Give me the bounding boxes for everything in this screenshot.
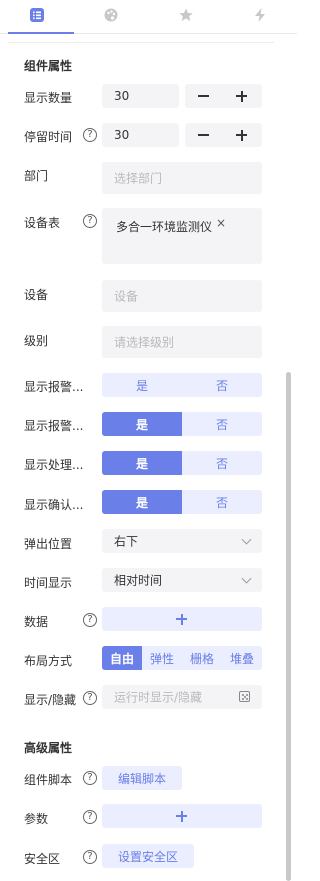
- display-count-stepper: [185, 84, 262, 108]
- plus-icon-v: [180, 810, 183, 822]
- toggle-no[interactable]: 否: [182, 451, 262, 475]
- layout-option-grid[interactable]: 栅格: [182, 646, 222, 670]
- alarm-toggle-2-label: 显示报警...: [24, 419, 84, 433]
- dwell-time-label: 停留时间: [24, 130, 73, 144]
- toggle-no[interactable]: 否: [182, 373, 262, 397]
- department-placeholder: 选择部门: [114, 171, 163, 186]
- display-count-input[interactable]: 30: [102, 84, 179, 108]
- toggle-yes[interactable]: 是: [102, 373, 182, 397]
- handling-toggle-label: 显示处理...: [24, 458, 84, 472]
- help-icon[interactable]: ?: [83, 128, 97, 142]
- help-icon[interactable]: ?: [83, 214, 97, 228]
- device-table-label: 设备表: [24, 216, 61, 230]
- tab-events[interactable]: [223, 0, 297, 33]
- dwell-time-value: 30: [114, 128, 130, 142]
- tab-style[interactable]: [74, 0, 148, 33]
- divider: [8, 42, 274, 43]
- dwell-time-stepper: [185, 123, 262, 147]
- level-label: 级别: [24, 334, 49, 348]
- time-display-value: 相对时间: [114, 573, 163, 588]
- params-label: 参数: [24, 812, 49, 826]
- device-table-select[interactable]: [102, 208, 262, 264]
- level-select[interactable]: 请选择级别: [102, 326, 262, 358]
- set-security-zone-button[interactable]: 设置安全区: [102, 844, 195, 868]
- toggle-yes[interactable]: 是: [102, 412, 182, 436]
- layout-option-free[interactable]: 自由: [102, 646, 142, 670]
- visibility-label: 显示/隐藏: [24, 693, 77, 707]
- tag-remove-icon[interactable]: ×: [216, 216, 226, 230]
- help-icon[interactable]: ?: [83, 771, 97, 785]
- increment-icon-v: [240, 90, 243, 102]
- toggle-yes[interactable]: 是: [102, 490, 182, 514]
- help-icon[interactable]: ?: [83, 850, 97, 864]
- handling-toggle: 是 否: [102, 451, 262, 475]
- palette-icon: [103, 7, 119, 26]
- toggle-yes[interactable]: 是: [102, 451, 182, 475]
- help-icon[interactable]: ?: [83, 613, 97, 627]
- section-title-component: 组件属性: [24, 59, 73, 73]
- level-placeholder: 请选择级别: [114, 335, 175, 350]
- help-icon[interactable]: ?: [83, 810, 97, 824]
- decrement-icon[interactable]: [198, 134, 209, 136]
- popup-position-label: 弹出位置: [24, 537, 73, 551]
- display-count-value: 30: [114, 89, 130, 103]
- tab-favorites[interactable]: [149, 0, 223, 33]
- data-add-button[interactable]: [102, 607, 262, 631]
- popup-position-value: 右下: [114, 534, 139, 549]
- lightning-icon: [252, 7, 268, 26]
- device-table-tag: 多合一环境监测仪: [116, 220, 213, 234]
- confirm-toggle-label: 显示确认...: [24, 498, 84, 512]
- display-count-label: 显示数量: [24, 91, 73, 105]
- dice-icon[interactable]: [239, 691, 250, 702]
- tab-properties[interactable]: [0, 0, 75, 34]
- alarm-toggle-2: 是 否: [102, 412, 262, 436]
- layout-option-stack[interactable]: 堆叠: [222, 646, 262, 670]
- security-label: 安全区: [24, 852, 61, 866]
- time-display-label: 时间显示: [24, 576, 73, 590]
- layout-option-flex[interactable]: 弹性: [142, 646, 182, 670]
- toggle-no[interactable]: 否: [182, 490, 262, 514]
- department-select[interactable]: 选择部门: [102, 162, 262, 194]
- layout-label: 布局方式: [24, 654, 73, 668]
- data-label: 数据: [24, 615, 49, 629]
- dwell-time-input[interactable]: 30: [102, 123, 179, 147]
- layout-segmented: 自由 弹性 栅格 堆叠: [102, 646, 262, 670]
- chevron-down-icon: [241, 573, 252, 584]
- help-icon[interactable]: ?: [83, 691, 97, 705]
- decrement-icon[interactable]: [198, 95, 209, 97]
- visibility-input[interactable]: 运行时显示/隐藏: [102, 685, 262, 709]
- time-display-select[interactable]: 相对时间: [102, 568, 262, 592]
- visibility-placeholder: 运行时显示/隐藏: [114, 690, 203, 705]
- edit-script-button[interactable]: 编辑脚本: [102, 766, 183, 790]
- increment-icon-v: [240, 129, 243, 141]
- chevron-down-icon: [241, 534, 252, 545]
- department-label: 部门: [24, 169, 49, 183]
- section-title-advanced: 高级属性: [24, 741, 73, 755]
- star-icon: [178, 7, 194, 26]
- tab-bar: [0, 0, 297, 34]
- list-icon: [29, 7, 45, 26]
- toggle-no[interactable]: 否: [182, 412, 262, 436]
- popup-position-select[interactable]: 右下: [102, 529, 262, 553]
- device-placeholder: 设备: [114, 289, 139, 304]
- confirm-toggle: 是 否: [102, 490, 262, 514]
- script-label: 组件脚本: [24, 773, 73, 787]
- alarm-toggle-1-label: 显示报警...: [24, 380, 84, 394]
- device-select[interactable]: 设备: [102, 280, 262, 312]
- scrollbar-thumb[interactable]: [286, 372, 291, 881]
- alarm-toggle-1: 是 否: [102, 373, 262, 397]
- device-label: 设备: [24, 288, 49, 302]
- params-add-button[interactable]: [102, 804, 262, 828]
- plus-icon-v: [180, 613, 183, 625]
